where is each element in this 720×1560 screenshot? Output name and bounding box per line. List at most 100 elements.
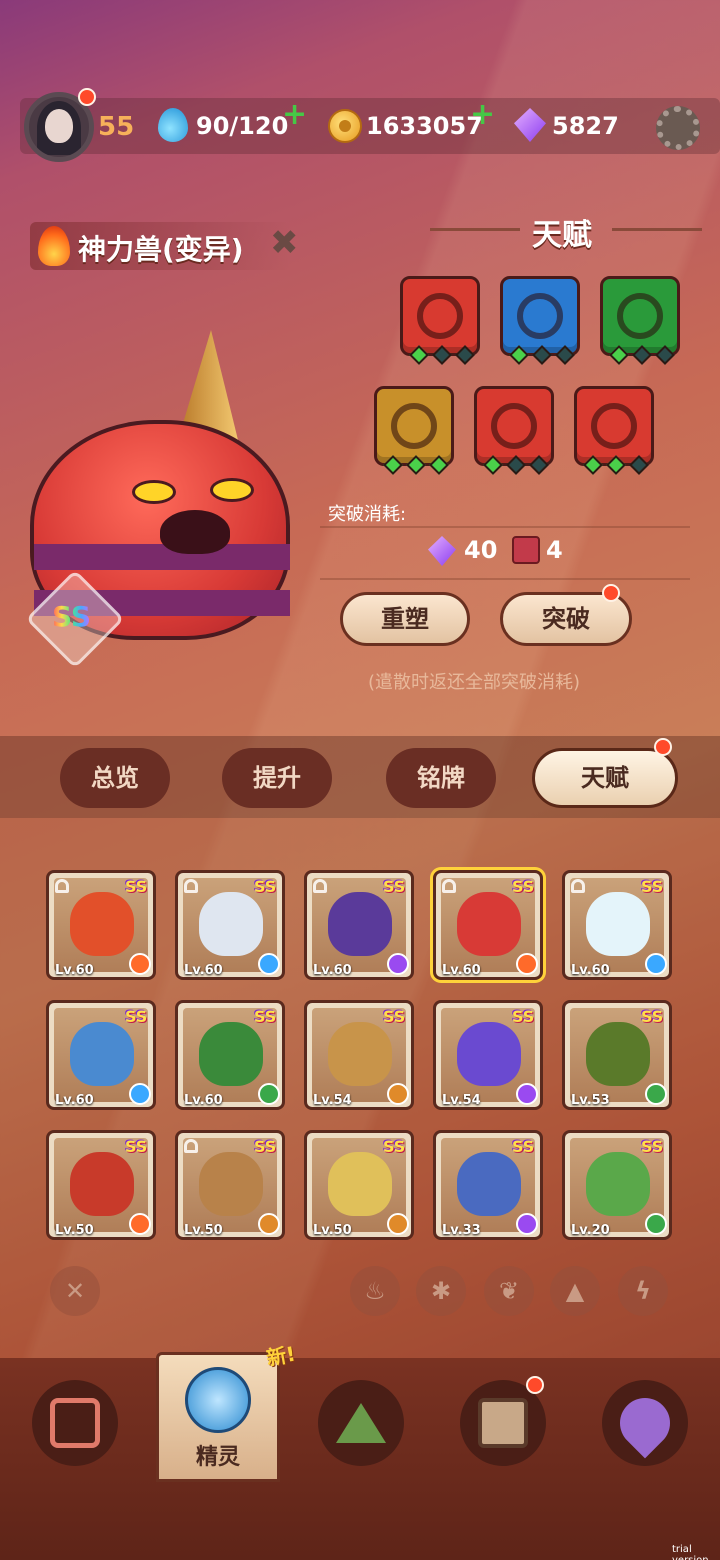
talent-tile-1[interactable] [400, 276, 480, 356]
creature-card[interactable]: SS Lv.50 [175, 1130, 285, 1240]
creature-thumbnail [328, 1022, 392, 1086]
add-gold-button[interactable]: + [470, 100, 495, 130]
cost-gems-value: 40 [464, 536, 498, 564]
level-gem-icon [555, 345, 575, 365]
talent-tile-5[interactable] [474, 386, 554, 466]
talent-symbol-icon [491, 403, 537, 449]
fire-filter-icon[interactable]: ♨ [350, 1266, 400, 1316]
cost-books-value: 4 [546, 536, 563, 564]
rarity-label: SS [254, 877, 277, 896]
fire-element-icon [129, 953, 151, 975]
creature-thumbnail [199, 1022, 263, 1086]
talent-tile-4[interactable] [374, 386, 454, 466]
talent-level-gems [609, 345, 675, 365]
ornament-left [430, 228, 520, 231]
talent-level-gems [483, 455, 549, 475]
creature-card[interactable]: SS Lv.33 [433, 1130, 543, 1240]
creature-thumbnail [70, 1022, 134, 1086]
nav-map-button[interactable] [602, 1380, 688, 1466]
grass-filter-icon[interactable]: ❦ [484, 1266, 534, 1316]
ornament-right [612, 228, 702, 231]
creature-card[interactable]: SS Lv.60 [175, 870, 285, 980]
reshape-button[interactable]: 重塑 [340, 592, 470, 646]
creature-card[interactable]: SS Lv.50 [304, 1130, 414, 1240]
rarity-badge: SS [52, 600, 92, 633]
new-tag: 新! [264, 1341, 298, 1371]
gold-coin-icon [328, 109, 362, 143]
creature-card[interactable]: SS Lv.60 [46, 870, 156, 980]
cost-label: 突破消耗: [328, 504, 407, 525]
creature-level: Lv.54 [442, 1093, 481, 1108]
gem-value: 5827 [552, 112, 619, 140]
rarity-label: SS [254, 1007, 277, 1026]
nav-home-button[interactable] [32, 1380, 118, 1466]
mountain-icon [336, 1403, 386, 1443]
lock-icon [313, 879, 327, 893]
tab-overview[interactable]: 总览 [60, 748, 170, 808]
creature-level: Lv.60 [184, 963, 223, 978]
tab-nameplate[interactable]: 铭牌 [386, 748, 496, 808]
tab-talent[interactable]: 天赋 [532, 748, 678, 808]
rarity-label: SS [383, 1007, 406, 1026]
rarity-label: SS [512, 877, 535, 896]
close-icon[interactable]: ✖ [270, 226, 299, 260]
creature-level: Lv.60 [313, 963, 352, 978]
creature-level: Lv.60 [55, 1093, 94, 1108]
nav-creatures-button[interactable]: 精灵 [156, 1352, 280, 1482]
rarity-label: SS [383, 877, 406, 896]
creature-card[interactable]: SS Lv.54 [304, 1000, 414, 1110]
talent-tile-3[interactable] [600, 276, 680, 356]
rarity-label: SS [383, 1137, 406, 1156]
creature-card[interactable]: SS Lv.20 [562, 1130, 672, 1240]
talent-symbol-icon [517, 293, 563, 339]
creature-thumbnail [328, 892, 392, 956]
nav-explore-button[interactable] [318, 1380, 404, 1466]
talent-level-gems [583, 455, 649, 475]
rarity-label: SS [512, 1137, 535, 1156]
creature-card[interactable]: SS Lv.53 [562, 1000, 672, 1110]
creature-thumbnail [457, 892, 521, 956]
rarity-label: SS [641, 1137, 664, 1156]
level-gem-icon [383, 455, 403, 475]
creature-orb-icon [185, 1367, 251, 1433]
creature-thumbnail [70, 892, 134, 956]
add-energy-button[interactable]: + [282, 100, 307, 130]
talent-tile-2[interactable] [500, 276, 580, 356]
earth-filter-icon[interactable]: ▲ [550, 1266, 600, 1316]
energy-drop-icon [158, 108, 188, 142]
fire-element-icon [516, 953, 538, 975]
ice-element-icon [129, 1083, 151, 1105]
creature-card[interactable]: SS Lv.60 [433, 870, 543, 980]
console-icon [50, 1398, 100, 1448]
earth-element-icon [387, 1213, 409, 1235]
electric-filter-icon[interactable]: ϟ [618, 1266, 668, 1316]
ice-filter-icon[interactable]: ✱ [416, 1266, 466, 1316]
level-gem-icon [583, 455, 603, 475]
creature-thumbnail [457, 1152, 521, 1216]
creature-card[interactable]: SS Lv.54 [433, 1000, 543, 1110]
fire-element-icon [129, 1213, 151, 1235]
level-gem-icon [432, 345, 452, 365]
lock-icon [571, 879, 585, 893]
creature-thumbnail [586, 1152, 650, 1216]
creature-card[interactable]: SS Lv.50 [46, 1130, 156, 1240]
clear-filter-button[interactable]: ✕ [50, 1266, 100, 1316]
creature-level: Lv.60 [442, 963, 481, 978]
tab-upgrade[interactable]: 提升 [222, 748, 332, 808]
talent-symbol-icon [391, 403, 437, 449]
talent-level-gems [383, 455, 449, 475]
talent-tile-6[interactable] [574, 386, 654, 466]
creature-card[interactable]: SS Lv.60 [46, 1000, 156, 1110]
creature-card[interactable]: SS Lv.60 [562, 870, 672, 980]
settings-gear-icon[interactable] [656, 106, 700, 150]
level-gem-icon [406, 455, 426, 475]
creature-card[interactable]: SS Lv.60 [175, 1000, 285, 1110]
creature-level: Lv.50 [55, 1223, 94, 1238]
divider [320, 526, 690, 528]
creature-thumbnail [586, 1022, 650, 1086]
electric-element-icon [516, 1083, 538, 1105]
creature-card[interactable]: SS Lv.60 [304, 870, 414, 980]
rarity-label: SS [254, 1137, 277, 1156]
level-gem-icon [455, 345, 475, 365]
grass-element-icon [645, 1083, 667, 1105]
